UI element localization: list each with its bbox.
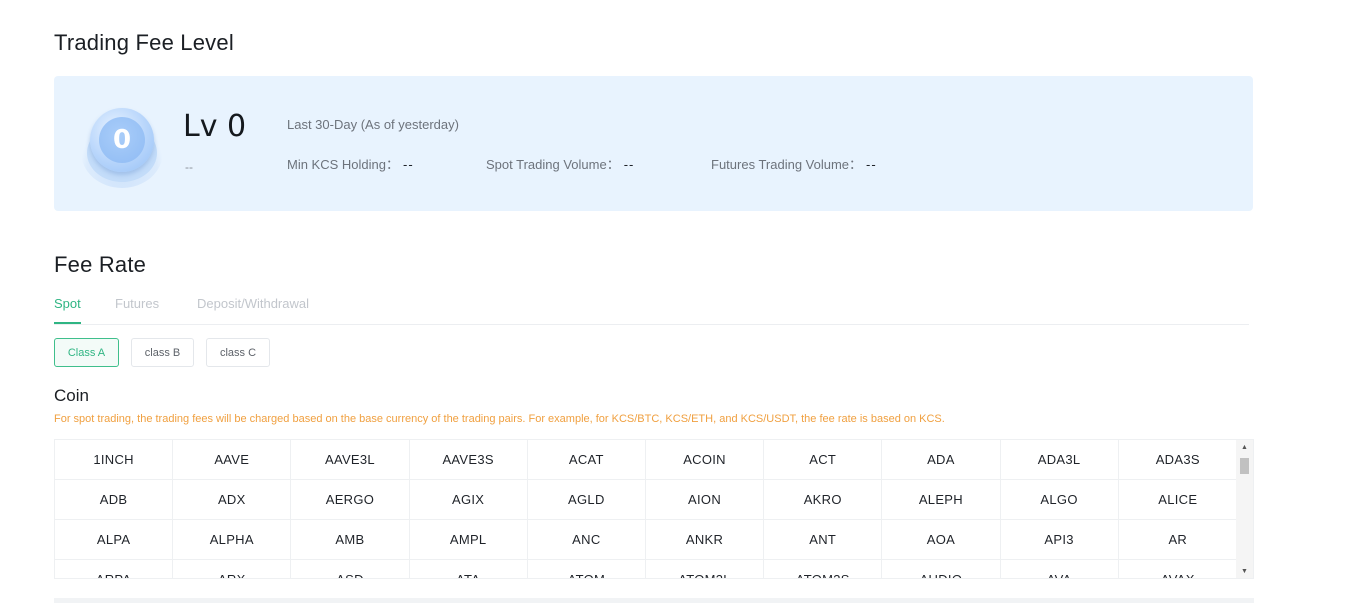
period-label: Last 30-Day (As of yesterday) [287, 117, 459, 132]
spot-trading-volume-stat: Spot Trading Volume： -- [486, 154, 634, 173]
coin-cell: API3 [1001, 520, 1119, 559]
coin-cell: ADA3S [1155, 452, 1200, 467]
coin-list-title: Coin [54, 386, 89, 405]
tab-deposit-withdrawal[interactable]: Deposit/Withdrawal [197, 296, 309, 311]
coin-cell: AVA [1001, 560, 1119, 578]
class-b-button[interactable]: class B [131, 338, 194, 367]
coin-cell: ADA [882, 440, 1001, 479]
coin-cell: ACOIN [646, 440, 765, 479]
coin-cell: AAVE3L [291, 440, 410, 479]
trading-fee-page: Trading Fee Level 0 Lv 0 -- Last 30-Day … [0, 0, 1345, 603]
coin-cell: ALICE [1158, 492, 1198, 507]
tab-spot[interactable]: Spot [54, 296, 81, 324]
coin-cell: ARX [173, 560, 292, 578]
fee-rate-tabs: Spot Futures Deposit/Withdrawal [54, 296, 1249, 325]
coin-cell: AR [1168, 532, 1188, 547]
bottom-divider [54, 598, 1254, 603]
class-c-button[interactable]: class C [206, 338, 270, 367]
scroll-down-arrow-icon[interactable]: ▼ [1236, 564, 1253, 578]
coin-cell: AUDIO [882, 560, 1001, 578]
coin-cell: AMPL [410, 520, 528, 559]
coin-cell: ALGO [1001, 480, 1119, 519]
spot-fee-note: For spot trading, the trading fees will … [54, 413, 945, 425]
futures-trading-volume-stat: Futures Trading Volume： -- [711, 154, 877, 173]
stat-value: -- [866, 157, 877, 172]
coin-cell: ACT [764, 440, 883, 479]
coin-grid-container[interactable]: 1INCH AAVE AAVE3L AAVE3S ACAT ACOIN ACT ADA ADA3… [54, 439, 1254, 579]
fee-level-card: 0 Lv 0 -- Last 30-Day (As of yesterday) … [54, 76, 1253, 211]
coin-row: ARPAARXASDATAATOMATOM3LATOM3SAUDIOAVAAVA… [55, 560, 1237, 578]
fee-rate-title: Fee Rate [54, 252, 147, 277]
coin-row: ALPA ALPHA AMB AMPL ANC ANKR ANT AOA API3 AR [55, 520, 1237, 560]
tab-futures[interactable]: Futures [115, 296, 159, 311]
stat-value: -- [623, 157, 635, 172]
coin-grid: 1INCH AAVE AAVE3L AAVE3S ACAT ACOIN ACT ADA ADA3… [55, 440, 1237, 578]
coin-cell: ATOM [528, 560, 646, 578]
coin-cell: ATA [410, 560, 528, 578]
coin-cell: AGIX [410, 480, 528, 519]
coin-cell: ADB [55, 480, 174, 519]
coin-cell: AKRO [764, 480, 883, 519]
coin-cell: ANT [764, 520, 883, 559]
coin-cell: AVAX [1119, 560, 1237, 578]
level-badge-number: 0 [112, 125, 132, 155]
coin-row: 1INCH AAVE AAVE3L AAVE3S ACAT ACOIN ACT ADA ADA3… [55, 440, 1237, 480]
coin-cell: ASD [291, 560, 410, 578]
scroll-thumb[interactable] [1240, 458, 1249, 474]
coin-cell: ATOM3S [764, 560, 883, 578]
coin-cell: ATOM3L [646, 560, 765, 578]
coin-cell: AOA [882, 520, 1001, 559]
scroll-up-arrow-icon[interactable]: ▲ [1236, 440, 1253, 454]
coin-cell: ANKR [646, 520, 765, 559]
stat-label: Futures Trading Volume： [711, 157, 863, 172]
level-value: Lv 0 [183, 109, 247, 144]
min-kcs-holding-stat: Min KCS Holding： -- [287, 154, 414, 173]
coin-cell: AMB [291, 520, 410, 559]
coin-cell: ALPA [55, 520, 174, 559]
stat-label: Spot Trading Volume： [486, 157, 620, 172]
level-badge-icon: 0 [81, 106, 163, 188]
coin-cell: ADA3L [1001, 440, 1119, 479]
coin-cell: ARPA [55, 560, 174, 578]
level-subtext: -- [185, 160, 193, 174]
stat-value: -- [403, 157, 414, 172]
coin-cell: AAVE3S [410, 440, 528, 479]
trading-fee-level-title: Trading Fee Level [54, 30, 234, 55]
coin-cell: AION [646, 480, 765, 519]
coin-cell: ADX [173, 480, 292, 519]
coin-cell: ALPHA [173, 520, 292, 559]
coin-cell: ACAT [528, 440, 646, 479]
coin-cell: ANC [528, 520, 646, 559]
coin-cell: 1INCH [55, 440, 174, 479]
coin-cell: AAVE [173, 440, 292, 479]
coin-cell: ALEPH [882, 480, 1001, 519]
coin-cell: AGLD [528, 480, 646, 519]
vertical-scrollbar[interactable]: ▲ ▼ [1236, 440, 1253, 578]
coin-row: ADB ADX AERGO AGIX AGLD AION AKRO ALEPH ALGO ALIC… [55, 480, 1237, 520]
stat-label: Min KCS Holding： [287, 157, 399, 172]
coin-cell: AERGO [291, 480, 410, 519]
class-a-button[interactable]: Class A [54, 338, 119, 367]
